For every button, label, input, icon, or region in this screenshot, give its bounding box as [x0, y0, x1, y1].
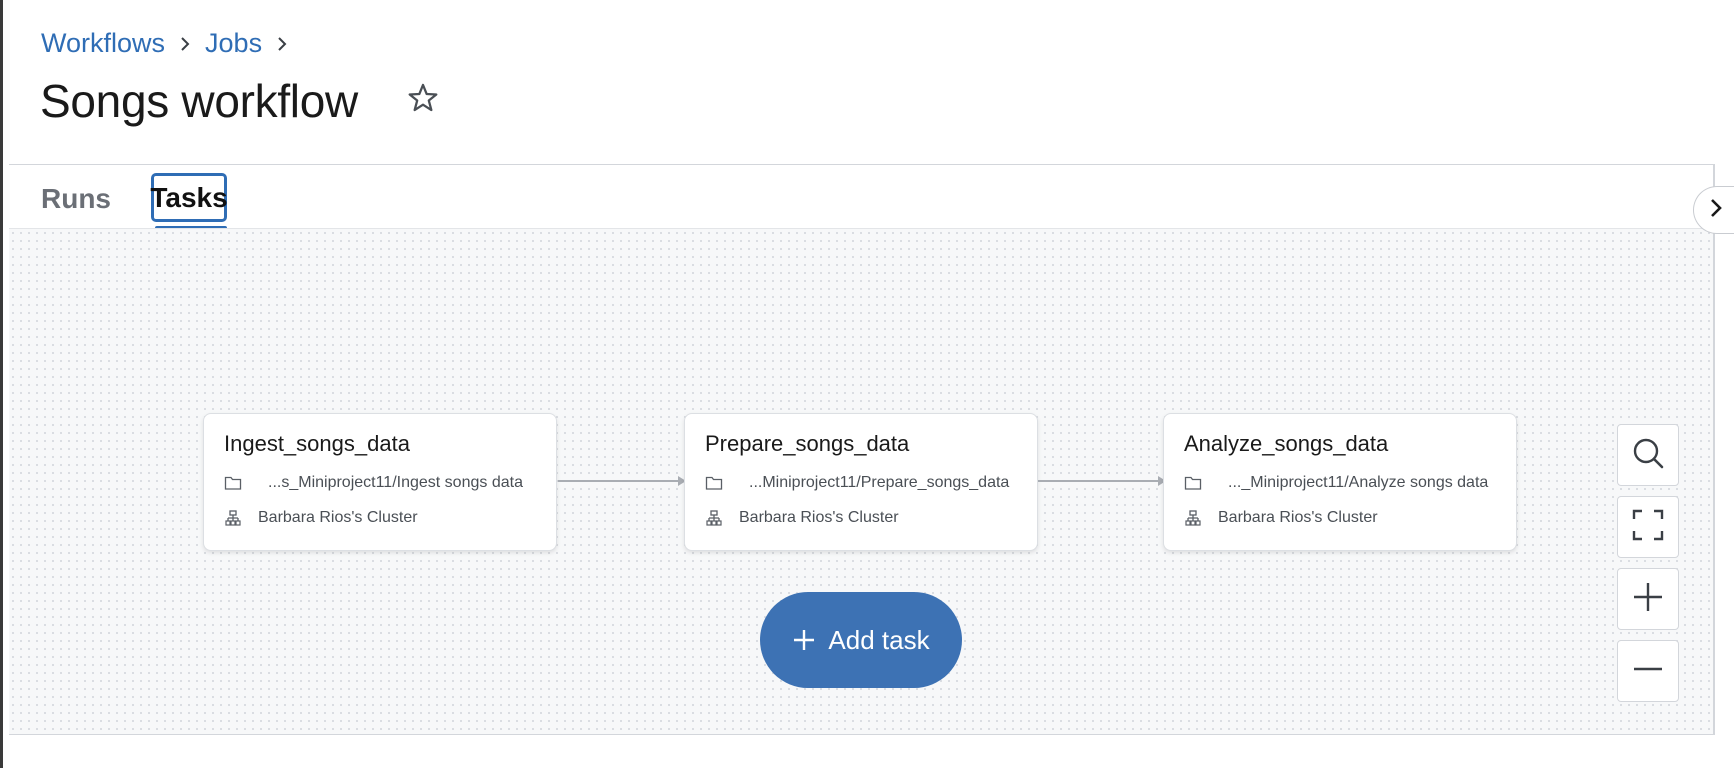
task-notebook-path: ..._Miniproject11/Analyze songs data [1184, 474, 1488, 492]
side-panel-toggle-button[interactable] [1693, 186, 1734, 234]
task-card-analyze[interactable]: Analyze_songs_data ..._Miniproject11/Ana… [1163, 413, 1517, 551]
dependency-arrow [1038, 476, 1166, 486]
fit-to-screen-button[interactable] [1617, 496, 1679, 558]
folder-icon [1184, 474, 1202, 492]
task-cluster-text: Barbara Rios's Cluster [1218, 509, 1378, 526]
tab-tasks[interactable]: Tasks [150, 173, 228, 222]
canvas-bottom-border [9, 734, 1715, 735]
chevron-right-icon [1708, 196, 1724, 225]
breadcrumb-workflows[interactable]: Workflows [41, 28, 165, 59]
breadcrumb-jobs[interactable]: Jobs [205, 28, 262, 59]
task-path-text: ..._Miniproject11/Analyze songs data [1228, 474, 1489, 491]
app-frame: Workflows Jobs Songs workflow Runs Tasks… [0, 0, 1734, 768]
task-card-prepare[interactable]: Prepare_songs_data ...Miniproject11/Prep… [684, 413, 1038, 551]
plus-icon [792, 628, 816, 652]
task-notebook-path: ...Miniproject11/Prepare_songs_data [705, 474, 1009, 492]
add-task-button[interactable]: Add task [760, 592, 962, 688]
task-name: Analyze_songs_data [1184, 431, 1389, 456]
tab-runs[interactable]: Runs [41, 183, 111, 215]
task-card-ingest[interactable]: Ingest_songs_data ...s_Miniproject11/Ing… [203, 413, 557, 551]
page-title: Songs workflow [40, 75, 358, 127]
folder-icon [224, 474, 242, 492]
zoom-out-button[interactable] [1617, 640, 1679, 702]
side-panel-border [1713, 164, 1715, 734]
task-cluster: Barbara Rios's Cluster [224, 509, 418, 527]
chevron-right-icon [165, 29, 205, 59]
folder-icon [705, 474, 723, 492]
cluster-icon [1184, 509, 1202, 527]
cluster-icon [705, 509, 723, 527]
task-cluster-text: Barbara Rios's Cluster [258, 509, 418, 526]
task-path-text: ...s_Miniproject11/Ingest songs data [268, 474, 523, 491]
plus-icon [1632, 581, 1664, 618]
fit-to-screen-icon [1632, 509, 1664, 546]
minus-icon [1632, 653, 1664, 690]
chevron-right-icon [262, 29, 302, 59]
favorite-button[interactable] [403, 80, 443, 120]
cluster-icon [224, 509, 242, 527]
breadcrumb: Workflows Jobs [41, 28, 302, 59]
star-outline-icon [406, 81, 440, 120]
task-path-text: ...Miniproject11/Prepare_songs_data [749, 474, 1010, 491]
task-cluster-text: Barbara Rios's Cluster [739, 509, 899, 526]
task-cluster: Barbara Rios's Cluster [1184, 509, 1378, 527]
zoom-in-button[interactable] [1617, 568, 1679, 630]
task-name: Prepare_songs_data [705, 431, 910, 456]
search-icon [1631, 436, 1665, 475]
dependency-arrow [558, 476, 686, 486]
task-name: Ingest_songs_data [224, 431, 410, 456]
search-button[interactable] [1617, 424, 1679, 486]
task-notebook-path: ...s_Miniproject11/Ingest songs data [224, 474, 523, 492]
task-cluster: Barbara Rios's Cluster [705, 509, 899, 527]
header-divider [9, 164, 1715, 165]
add-task-label: Add task [828, 624, 930, 655]
